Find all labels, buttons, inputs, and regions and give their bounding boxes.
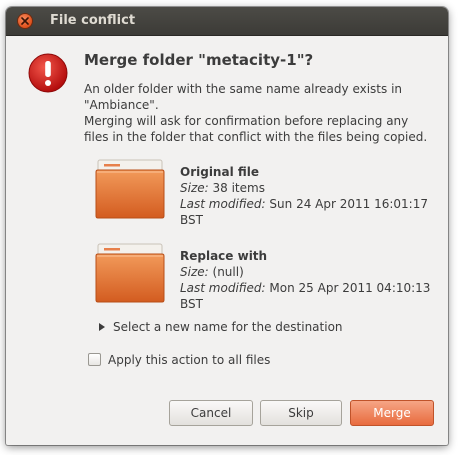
- close-icon[interactable]: [18, 14, 32, 28]
- original-size-row: Size: 38 items: [180, 181, 265, 195]
- titlebar: File conflict: [6, 7, 448, 36]
- message-merge-info: Merging will ask for confirmation before…: [84, 114, 428, 144]
- replacement-modified-row: Last modified: Mon 25 Apr 2011 04:10:13 …: [180, 281, 431, 311]
- original-file-title: Original file: [180, 165, 260, 179]
- file-conflict-dialog: File conflict Merge folder "metacity-1"?…: [6, 7, 448, 445]
- window-title: File conflict: [50, 13, 136, 28]
- original-file-info: Original file Size: 38 items Last modifi…: [180, 164, 448, 228]
- folder-icon: [95, 243, 165, 303]
- original-modified-row: Last modified: Sun 24 Apr 2011 16:01:17 …: [180, 197, 428, 227]
- error-icon: [28, 53, 68, 93]
- replacement-file-title: Replace with: [180, 249, 268, 263]
- cancel-button[interactable]: Cancel: [169, 400, 253, 426]
- apply-all-checkbox[interactable]: [88, 353, 101, 366]
- replacement-size-row: Size: (null): [180, 265, 244, 279]
- dialog-heading: Merge folder "metacity-1"?: [84, 51, 314, 69]
- new-name-expander[interactable]: Select a new name for the destination: [99, 320, 343, 334]
- apply-all-row[interactable]: Apply this action to all files: [88, 353, 270, 367]
- dialog-message: An older folder with the same name alrea…: [84, 81, 434, 145]
- triangle-right-icon: [99, 323, 105, 331]
- replacement-file-info: Replace with Size: (null) Last modified:…: [180, 248, 448, 312]
- apply-all-label: Apply this action to all files: [108, 353, 271, 367]
- folder-icon: [95, 159, 165, 219]
- merge-button[interactable]: Merge: [350, 400, 434, 426]
- expander-label: Select a new name for the destination: [113, 320, 343, 334]
- message-existing: An older folder with the same name alrea…: [84, 82, 403, 112]
- skip-button[interactable]: Skip: [260, 400, 342, 426]
